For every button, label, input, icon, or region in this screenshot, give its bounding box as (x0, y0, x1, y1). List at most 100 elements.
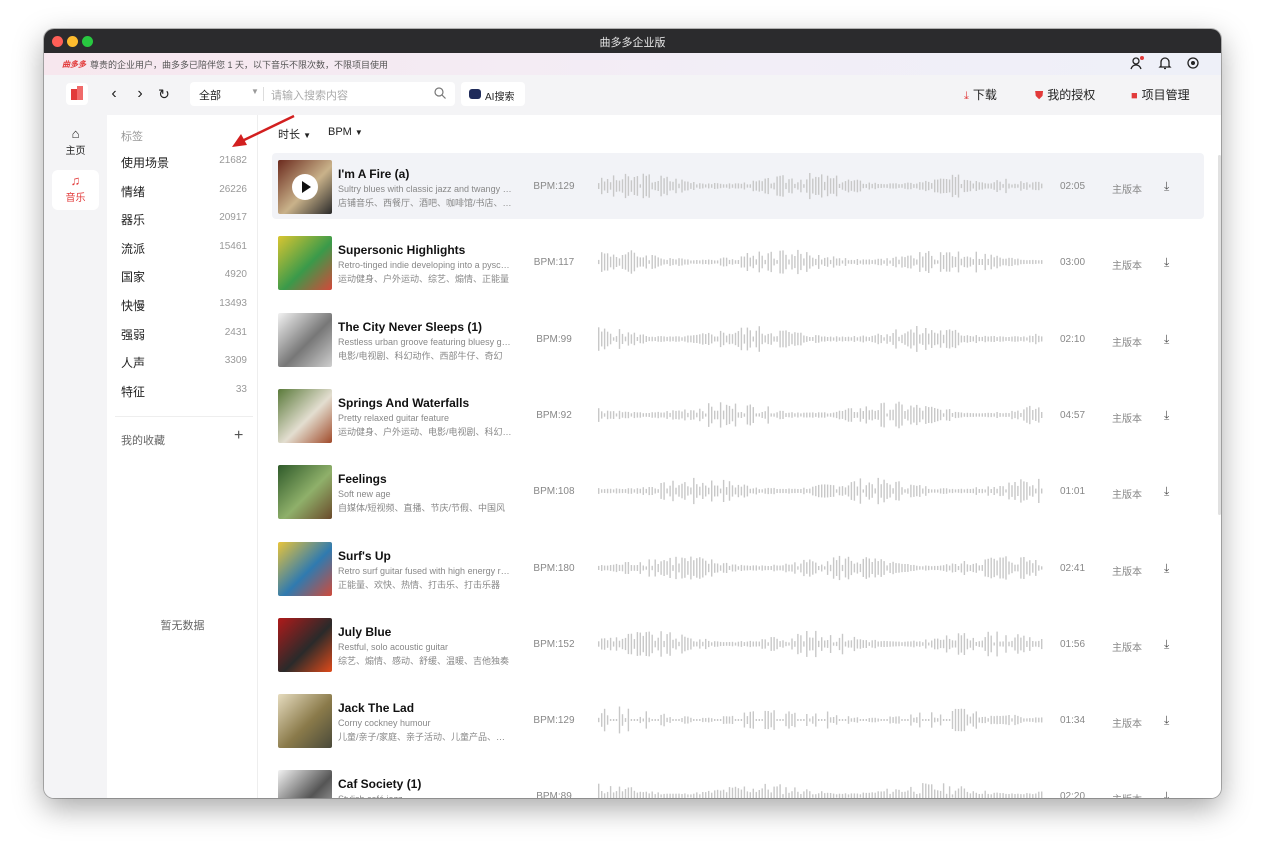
track-title[interactable]: Caf Society (1) (338, 777, 421, 791)
scrollbar[interactable] (1218, 155, 1221, 515)
track-title[interactable]: July Blue (338, 625, 391, 639)
sidebar-item[interactable]: 器乐 20917 (121, 211, 247, 233)
track-title[interactable]: Jack The Lad (338, 701, 414, 715)
album-cover[interactable] (278, 388, 332, 443)
back-button[interactable]: ‹ (104, 84, 124, 104)
track-version[interactable]: 主版本 (1112, 563, 1142, 578)
download-icon[interactable]: ⤓ (1164, 408, 1169, 423)
forward-button[interactable]: › (130, 84, 150, 104)
my-license-button[interactable]: ⛊ 我的授权 (1035, 86, 1095, 103)
track-version[interactable]: 主版本 (1112, 410, 1142, 425)
track-row[interactable]: Springs And Waterfalls Pretty relaxed gui… (272, 382, 1204, 448)
album-cover[interactable] (278, 312, 332, 367)
waveform[interactable] (598, 242, 1044, 282)
waveform-bar (901, 719, 903, 722)
waveform-bar (922, 410, 924, 420)
track-version[interactable]: 主版本 (1112, 791, 1142, 798)
sidebar-item[interactable]: 情绪 26226 (121, 183, 247, 205)
track-bpm: BPM:180 (533, 562, 575, 574)
waveform-bar (737, 485, 740, 498)
track-row[interactable]: July Blue Restful, solo acoustic guitar 综艺… (272, 611, 1204, 677)
bell-icon[interactable] (1157, 56, 1173, 72)
sidebar-item[interactable]: 国家 4920 (121, 268, 247, 290)
waveform[interactable] (598, 395, 1044, 435)
waveform-bar (746, 716, 749, 725)
waveform-bar (779, 784, 781, 798)
album-cover[interactable] (278, 541, 332, 596)
waveform[interactable] (598, 166, 1044, 206)
waveform[interactable] (598, 319, 1044, 359)
waveform[interactable] (598, 624, 1044, 664)
download-icon[interactable]: ⤓ (1164, 179, 1169, 194)
waveform-bar (734, 403, 737, 427)
track-row[interactable]: Caf Society (1)Stylish café jazz店铺音乐、咖啡馆… (272, 763, 1204, 798)
track-version[interactable]: 主版本 (1112, 715, 1142, 730)
sidebar-item[interactable]: 人声 3309 (121, 354, 247, 376)
user-icon[interactable] (1129, 56, 1145, 72)
track-row[interactable]: Surf's Up Retro surf guitar fused with hi… (272, 535, 1204, 601)
waveform-bar (669, 557, 671, 578)
waveform-bar (954, 563, 957, 572)
rail-item-home[interactable]: ⌂ 主页 (52, 123, 99, 163)
album-cover[interactable] (278, 617, 332, 672)
download-icon[interactable]: ⤓ (1164, 789, 1169, 798)
album-cover[interactable] (278, 465, 332, 520)
track-title[interactable]: I'm A Fire (a) (338, 167, 409, 181)
waveform[interactable] (598, 548, 1044, 588)
sidebar-item[interactable]: 强弱 2431 (121, 326, 247, 348)
waveform-bar (847, 179, 850, 193)
ai-search-button[interactable]: AI搜索 (461, 82, 525, 106)
track-row[interactable]: I'm A Fire (a) Sultry blues with classic … (272, 153, 1204, 219)
track-title[interactable]: Springs And Waterfalls (338, 396, 469, 410)
track-version[interactable]: 主版本 (1112, 181, 1142, 196)
waveform-bar (740, 327, 743, 350)
chevron-down-icon[interactable]: ▼ (251, 87, 259, 96)
waveform-bar (758, 719, 760, 722)
track-title[interactable]: The City Never Sleeps (1) (338, 320, 482, 334)
search-input[interactable]: 请输入搜索内容 (271, 87, 348, 103)
track-version[interactable]: 主版本 (1112, 334, 1142, 349)
waveform[interactable] (598, 471, 1044, 511)
add-favorite-button[interactable]: + (234, 427, 243, 445)
download-icon[interactable]: ⤓ (1164, 561, 1169, 576)
track-version[interactable]: 主版本 (1112, 486, 1142, 501)
track-row[interactable]: Supersonic Highlights Retro-tinged indie … (272, 229, 1204, 295)
track-row[interactable]: The City Never Sleeps (1) Restless urban … (272, 306, 1204, 372)
duration-filter[interactable]: 时长 ▼ (278, 126, 311, 142)
album-cover[interactable] (278, 160, 332, 214)
waveform[interactable] (598, 700, 1044, 740)
project-management-button[interactable]: ■ 项目管理 (1131, 86, 1190, 103)
track-title[interactable]: Supersonic Highlights (338, 243, 465, 257)
waveform-bar (722, 790, 725, 798)
track-version[interactable]: 主版本 (1112, 639, 1142, 654)
download-icon[interactable]: ⤓ (1164, 332, 1169, 347)
download-icon[interactable]: ⤓ (1164, 484, 1169, 499)
play-icon[interactable] (292, 174, 318, 200)
track-title[interactable]: Surf's Up (338, 549, 391, 563)
sidebar-item[interactable]: 使用场景 21682 (121, 154, 247, 176)
search-scope-select[interactable]: 全部 (199, 87, 221, 103)
download-icon[interactable]: ⤓ (1164, 637, 1169, 652)
sidebar-item[interactable]: 流派 15461 (121, 240, 247, 262)
album-cover[interactable] (278, 236, 332, 291)
sidebar-item[interactable]: 快慢 13493 (121, 297, 247, 319)
download-icon[interactable]: ⤓ (1164, 255, 1169, 270)
waveform-bar (889, 716, 891, 724)
rail-item-music[interactable]: ♫ 音乐 (52, 170, 99, 210)
waveform[interactable] (598, 776, 1044, 798)
refresh-button[interactable]: ↻ (154, 84, 174, 104)
download-icon[interactable]: ⤓ (1164, 713, 1169, 728)
album-cover[interactable] (278, 770, 332, 798)
sidebar-item[interactable]: 特征 33 (121, 383, 247, 405)
track-title[interactable]: Feelings (338, 472, 387, 486)
download-button[interactable]: ⤓ 下载 (964, 86, 997, 103)
track-row[interactable]: Jack The Lad Corny cockney humour 儿童/亲子/家庭… (272, 687, 1204, 753)
track-row[interactable]: Feelings Soft new age 自媒体/短视频、直播、节庆/节假、中国风… (272, 458, 1204, 524)
waveform-bar (984, 716, 986, 724)
bpm-filter[interactable]: BPM ▼ (328, 126, 363, 138)
waveform-bar (1005, 258, 1007, 266)
album-cover[interactable] (278, 694, 332, 749)
track-version[interactable]: 主版本 (1112, 257, 1142, 272)
settings-icon[interactable] (1185, 56, 1201, 72)
search-icon[interactable] (433, 86, 447, 100)
